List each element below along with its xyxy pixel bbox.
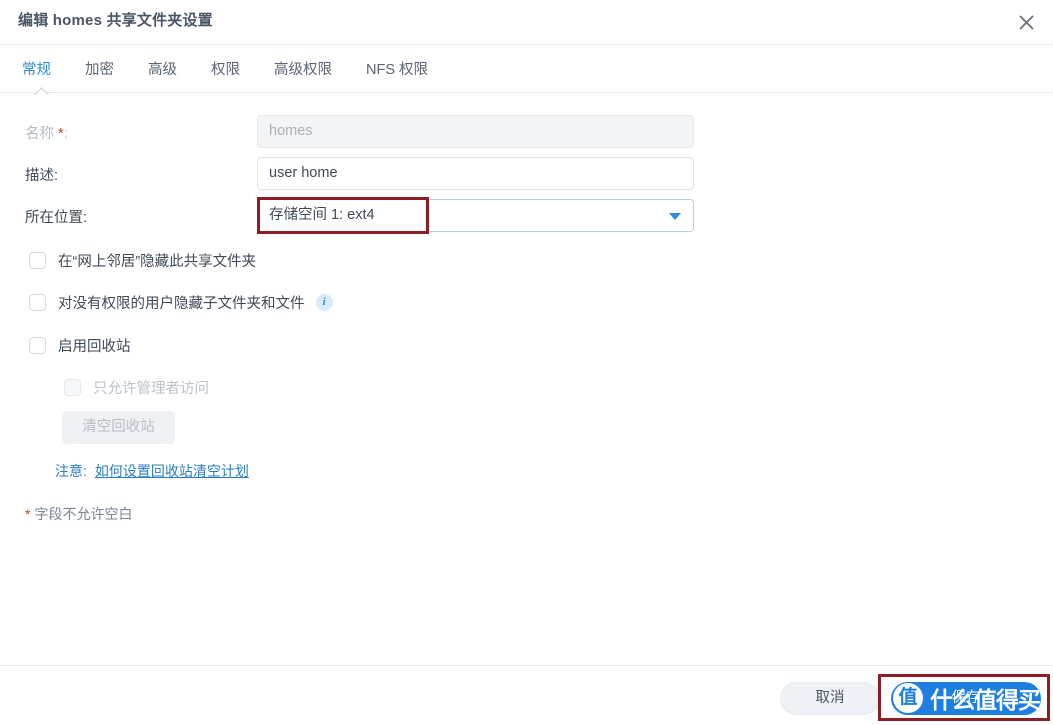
checkbox-row-enable-recycle-bin[interactable]: 启用回收站 [29, 335, 131, 356]
tab-permissions[interactable]: 权限 [211, 58, 240, 79]
tab-advanced[interactable]: 高级 [148, 58, 177, 79]
dialog-body: 名称 *: homes 描述: user home 所在位置: 存储空间 1: … [0, 93, 1053, 665]
footnote-text: 字段不允许空白 [34, 506, 133, 522]
recycle-schedule-link[interactable]: 如何设置回收站清空计划 [95, 463, 249, 479]
empty-recycle-bin-button: 清空回收站 [62, 411, 175, 444]
checkbox-row-admin-only: 只允许管理者访问 [64, 377, 209, 398]
cancel-button[interactable]: 取消 [780, 682, 880, 715]
tab-nfs-permissions[interactable]: NFS 权限 [366, 58, 428, 79]
chevron-down-icon [669, 213, 681, 220]
info-icon[interactable]: i [315, 294, 333, 311]
name-label: 名称 *: [25, 126, 68, 142]
close-icon [1019, 15, 1034, 30]
location-select[interactable]: 存储空间 1: ext4 [257, 199, 694, 232]
tab-general[interactable]: 常规 [22, 58, 51, 79]
dialog-titlebar: 编辑 homes 共享文件夹设置 [0, 0, 1053, 45]
dialog-footer: 取消 保存 [0, 665, 1053, 725]
checkbox-hide-from-network[interactable] [29, 252, 46, 269]
close-button[interactable] [1008, 4, 1044, 40]
note-label: 注意: [55, 463, 87, 479]
checkbox-label-admin-only: 只允许管理者访问 [93, 381, 209, 397]
checkbox-row-hide-subfolders[interactable]: 对没有权限的用户隐藏子文件夹和文件 i [29, 292, 333, 313]
location-select-value: 存储空间 1: ext4 [269, 207, 375, 223]
tab-list: 常规 加密 高级 权限 高级权限 NFS 权限 [22, 45, 462, 92]
save-button[interactable]: 保存 [891, 682, 1041, 715]
checkbox-enable-recycle-bin[interactable] [29, 337, 46, 354]
checkbox-hide-subfolders[interactable] [29, 294, 46, 311]
footnote-asterisk: * [25, 506, 31, 522]
name-input[interactable]: homes [257, 115, 694, 148]
location-label: 所在位置: [25, 210, 88, 226]
tab-adv-permissions[interactable]: 高级权限 [274, 58, 332, 79]
checkbox-admin-only [64, 379, 81, 396]
recycle-note: 注意: 如何设置回收站清空计划 [55, 461, 249, 481]
tab-bar: 常规 加密 高级 权限 高级权限 NFS 权限 [0, 45, 1053, 93]
tab-encryption[interactable]: 加密 [85, 58, 114, 79]
description-label: 描述: [25, 168, 59, 184]
description-input[interactable]: user home [257, 157, 694, 190]
checkbox-row-hide-from-network[interactable]: 在“网上邻居”隐藏此共享文件夹 [29, 250, 256, 271]
active-tab-indicator [33, 86, 50, 95]
required-footnote: * 字段不允许空白 [25, 504, 132, 524]
checkbox-label-enable-recycle-bin: 启用回收站 [58, 339, 131, 355]
checkbox-label-hide-from-network: 在“网上邻居”隐藏此共享文件夹 [58, 254, 257, 270]
checkbox-label-hide-subfolders: 对没有权限的用户隐藏子文件夹和文件 [58, 296, 305, 312]
dialog-title: 编辑 homes 共享文件夹设置 [18, 12, 213, 29]
